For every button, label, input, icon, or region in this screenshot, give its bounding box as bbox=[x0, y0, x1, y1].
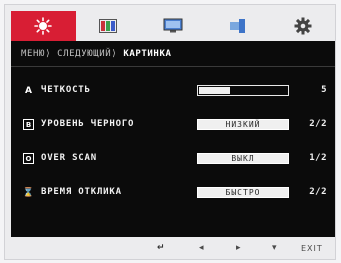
tab-display[interactable] bbox=[141, 11, 206, 41]
over-scan-icon: O bbox=[23, 153, 34, 164]
black-level-option[interactable]: НИЗКИЙ bbox=[197, 119, 289, 130]
setting-row-over-scan[interactable]: O OVER SCAN ВЫКЛ 1/2 bbox=[11, 151, 335, 169]
setting-value: 1/2 bbox=[309, 153, 327, 163]
tab-input[interactable] bbox=[205, 11, 270, 41]
tab-color[interactable] bbox=[76, 11, 141, 41]
breadcrumb-current: КАРТИНКА bbox=[123, 49, 172, 59]
setting-label: OVER SCAN bbox=[41, 153, 97, 163]
black-level-icon: B bbox=[23, 119, 34, 130]
setting-label: УРОВЕНЬ ЧЕРНОГО bbox=[41, 119, 135, 129]
right-arrow-button[interactable]: ▸ bbox=[236, 243, 241, 253]
setting-value: 2/2 bbox=[309, 119, 327, 129]
tab-settings[interactable] bbox=[270, 11, 335, 41]
display-icon bbox=[163, 18, 183, 33]
picture-sun-icon bbox=[34, 17, 53, 35]
setting-row-black-level[interactable]: B УРОВЕНЬ ЧЕРНОГО НИЗКИЙ 2/2 bbox=[11, 117, 335, 135]
divider bbox=[11, 66, 335, 67]
response-time-option[interactable]: БЫСТРО bbox=[197, 187, 289, 198]
setting-value: 5 bbox=[321, 85, 327, 95]
bottom-nav: ↵ ◂ ▸ ▾ EXIT bbox=[11, 241, 335, 259]
settings-gear-icon bbox=[294, 17, 312, 35]
color-bars-icon bbox=[99, 19, 118, 33]
left-arrow-button[interactable]: ◂ bbox=[199, 243, 204, 253]
setting-label: ЧЕТКОСТЬ bbox=[41, 85, 91, 95]
settings-panel: МЕНЮ⟩ СЛЕДУЮЩИЙ⟩ КАРТИНКА A ЧЕТКОСТЬ 5 B… bbox=[11, 41, 335, 237]
osd-tab-bar bbox=[11, 11, 335, 41]
over-scan-option[interactable]: ВЫКЛ bbox=[197, 153, 289, 164]
breadcrumb-next[interactable]: СЛЕДУЮЩИЙ⟩ bbox=[57, 49, 117, 59]
setting-value: 2/2 bbox=[309, 187, 327, 197]
hourglass-icon: ⌛ bbox=[22, 187, 35, 198]
tab-picture[interactable] bbox=[11, 11, 76, 41]
breadcrumb: МЕНЮ⟩ СЛЕДУЮЩИЙ⟩ КАРТИНКА bbox=[21, 49, 172, 63]
sharpness-slider-fill bbox=[199, 87, 230, 94]
sharpness-slider[interactable] bbox=[197, 85, 289, 96]
osd-menu: МЕНЮ⟩ СЛЕДУЮЩИЙ⟩ КАРТИНКА A ЧЕТКОСТЬ 5 B… bbox=[4, 4, 336, 260]
setting-row-response-time[interactable]: ⌛ ВРЕМЯ ОТКЛИКА БЫСТРО 2/2 bbox=[11, 185, 335, 203]
down-arrow-button[interactable]: ▾ bbox=[272, 243, 277, 253]
setting-label: ВРЕМЯ ОТКЛИКА bbox=[41, 187, 122, 197]
sharpness-icon: A bbox=[25, 85, 32, 96]
back-button[interactable]: ↵ bbox=[157, 243, 165, 253]
exit-button[interactable]: EXIT bbox=[301, 244, 323, 253]
breadcrumb-menu[interactable]: МЕНЮ⟩ bbox=[21, 49, 51, 59]
input-icon bbox=[229, 19, 245, 33]
setting-row-sharpness[interactable]: A ЧЕТКОСТЬ 5 bbox=[11, 83, 335, 101]
